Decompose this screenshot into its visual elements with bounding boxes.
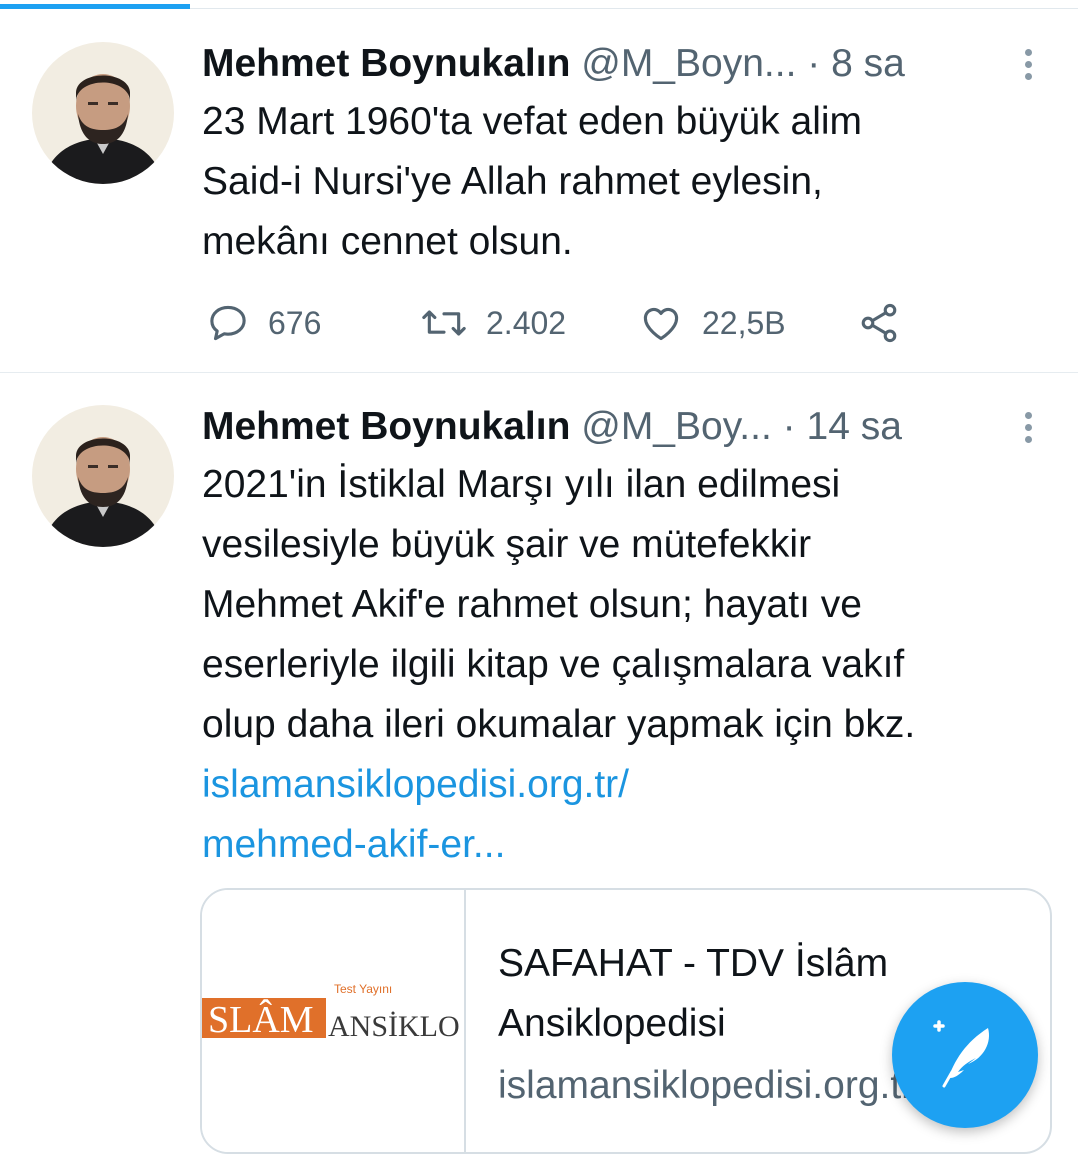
card-domain: islamansiklopedisi.org.tr [498, 1064, 915, 1107]
tweet-text-line: Said-i Nursi'ye Allah rahmet eylesin, [202, 160, 823, 203]
tweet-text-line: eserleriyle ilgili kitap ve çalışmalara … [202, 643, 905, 686]
tweet-text: 23 Mart 1960'ta vefat eden büyük alim Sa… [202, 92, 1052, 272]
tweet-text-line: 2021'in İstiklal Marşı yılı ilan edilmes… [202, 463, 841, 506]
card-title-line: Ansiklopedisi [498, 1002, 726, 1045]
retweet-button[interactable]: 2.402 [420, 298, 566, 348]
tweet-time[interactable]: 14 sa [807, 405, 902, 448]
author-handle[interactable]: @M_Boyn... [581, 42, 796, 85]
retweet-icon [422, 310, 466, 336]
heart-icon [643, 307, 679, 341]
tweet-header: Mehmet Boynukalın @M_Boyn... · 8 sa [202, 40, 988, 88]
tweet-text: 2021'in İstiklal Marşı yılı ilan edilmes… [202, 455, 1052, 875]
separator-dot: · [807, 42, 821, 85]
compose-tweet-icon [933, 1020, 990, 1088]
compose-tweet-button[interactable] [892, 982, 1038, 1128]
author-name[interactable]: Mehmet Boynukalın [202, 42, 570, 85]
card-logo-main: SLÂM [208, 999, 314, 1041]
tweet-time[interactable]: 8 sa [831, 42, 905, 85]
tweet[interactable]: Mehmet Boynukalın @M_Boyn... · 8 sa 23 M… [0, 0, 1078, 372]
card-logo-sub: ANSİKLO [328, 1010, 460, 1043]
author-handle[interactable]: @M_Boy... [581, 405, 772, 448]
reply-icon [210, 305, 246, 341]
tweet-link[interactable]: islamansiklopedisi.org.tr/ [202, 755, 1052, 815]
tweet-text-line: Mehmet Akif'e rahmet olsun; hayatı ve [202, 583, 862, 626]
retweet-count: 2.402 [486, 304, 567, 341]
card-logo-tag: Test Yayını [334, 982, 392, 996]
card-thumbnail: SLÂM Test Yayını ANSİKLO [202, 890, 466, 1152]
tweet-header: Mehmet Boynukalın @M_Boy... · 14 sa [202, 403, 988, 451]
like-button[interactable]: 22,5B [638, 298, 786, 348]
tweet-text-line: mekânı cennet olsun. [202, 220, 573, 263]
author-name[interactable]: Mehmet Boynukalın [202, 405, 570, 448]
avatar[interactable] [32, 405, 174, 547]
card-title: SAFAHAT - TDV İslâm Ansiklopedisi [498, 934, 888, 1054]
more-vertical-icon[interactable] [1018, 407, 1038, 447]
share-icon [861, 303, 897, 343]
avatar[interactable] [32, 42, 174, 184]
separator-dot: · [782, 405, 796, 448]
tweet-actions: 676 2.402 22,5B [202, 298, 922, 348]
tweet-link[interactable]: mehmed-akif-er... [202, 815, 1052, 875]
card-title-line: SAFAHAT - TDV İslâm [498, 942, 889, 985]
tweet-text-line: 23 Mart 1960'ta vefat eden büyük alim [202, 100, 863, 143]
like-count: 22,5B [702, 304, 786, 341]
share-button[interactable] [856, 298, 902, 348]
more-vertical-icon[interactable] [1018, 44, 1038, 84]
reply-button[interactable]: 676 [206, 298, 321, 348]
reply-count: 676 [268, 304, 322, 341]
tweet-text-line: vesilesiyle büyük şair ve mütefekkir [202, 523, 812, 566]
tweet-text-line: olup daha ileri okumalar yapmak için bkz… [202, 703, 916, 746]
